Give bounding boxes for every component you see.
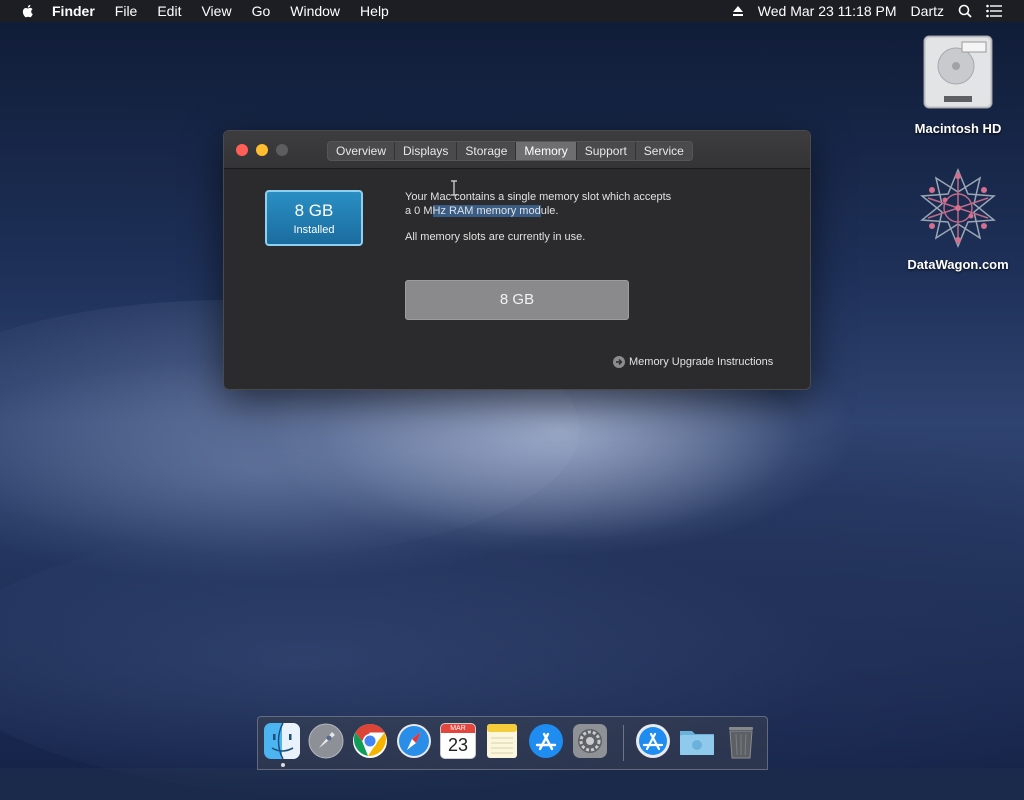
apple-icon[interactable]	[20, 3, 36, 19]
description-text: ule.	[540, 205, 559, 217]
memory-slots-status: All memory slots are currently in use.	[405, 231, 586, 243]
datawagon-logo-icon	[920, 168, 996, 248]
finder-running-indicator	[281, 763, 285, 767]
trash-icon[interactable]	[722, 722, 760, 760]
menu-edit[interactable]: Edit	[157, 3, 181, 19]
installed-memory-button[interactable]: 8 GB Installed	[265, 190, 363, 246]
eject-icon[interactable]	[732, 5, 744, 17]
text-cursor-icon	[451, 180, 457, 196]
calendar-icon[interactable]: MAR 23	[439, 722, 477, 760]
calendar-day: 23	[447, 735, 469, 755]
dock: MAR 23	[257, 716, 768, 770]
hard-drive-icon	[923, 35, 993, 109]
menubar-clock[interactable]: Wed Mar 23 11:18 PM	[758, 3, 897, 19]
tab-storage[interactable]: Storage	[457, 142, 517, 160]
selected-text: Hz RAM memory mod	[432, 205, 541, 217]
memory-description: Your Mac contains a single memory slot w…	[405, 190, 671, 218]
installed-memory-size: 8 GB	[294, 201, 334, 220]
app-store-download-icon[interactable]	[634, 722, 672, 760]
about-this-mac-window: Overview Displays Storage Memory Support…	[223, 130, 811, 390]
desktop-icon-datawagon[interactable]: DataWagon.com	[903, 168, 1013, 272]
zoom-button	[276, 144, 288, 156]
downloads-folder-icon[interactable]	[678, 722, 716, 760]
calendar-month: MAR	[441, 724, 475, 733]
installed-memory-label: Installed	[293, 224, 335, 236]
close-button[interactable]	[236, 144, 248, 156]
spotlight-search-icon[interactable]	[958, 4, 972, 18]
finder-icon[interactable]	[263, 722, 301, 760]
tab-overview[interactable]: Overview	[328, 142, 396, 160]
memory-upgrade-label: Memory Upgrade Instructions	[629, 356, 774, 368]
menu-file[interactable]: File	[115, 3, 138, 19]
menu-view[interactable]: View	[201, 3, 231, 19]
menu-help[interactable]: Help	[360, 3, 389, 19]
desktop-icon-label: DataWagon.com	[907, 257, 1009, 272]
tab-displays[interactable]: Displays	[395, 142, 458, 160]
app-store-icon[interactable]	[527, 722, 565, 760]
system-preferences-icon[interactable]	[571, 722, 609, 760]
desktop-icon-macintosh-hd[interactable]: Macintosh HD	[903, 32, 1013, 136]
notes-icon[interactable]	[483, 722, 521, 760]
memory-slot-bar: 8 GB	[405, 280, 629, 320]
menu-window[interactable]: Window	[290, 3, 340, 19]
tab-bar: Overview Displays Storage Memory Support…	[327, 141, 693, 161]
description-text: a 0 M	[405, 205, 433, 217]
window-titlebar[interactable]: Overview Displays Storage Memory Support…	[224, 131, 810, 169]
launchpad-icon[interactable]	[307, 722, 345, 760]
chrome-icon[interactable]	[351, 722, 389, 760]
arrow-right-circle-icon	[613, 356, 625, 368]
tab-service[interactable]: Service	[636, 142, 692, 160]
minimize-button[interactable]	[256, 144, 268, 156]
menubar-user[interactable]: Dartz	[911, 3, 944, 19]
memory-description-line2: a 0 MHz RAM memory module.	[405, 204, 671, 218]
dock-separator	[623, 725, 624, 761]
memory-description-line1: Your Mac contains a single memory slot w…	[405, 191, 672, 203]
safari-icon[interactable]	[395, 722, 433, 760]
menu-bar: Finder File Edit View Go Window Help Wed…	[0, 0, 1024, 22]
tab-memory[interactable]: Memory	[516, 142, 577, 160]
notification-center-icon[interactable]	[986, 4, 1002, 18]
menu-app-finder[interactable]: Finder	[52, 3, 95, 19]
menu-go[interactable]: Go	[252, 3, 271, 19]
desktop-icon-label: Macintosh HD	[914, 121, 1002, 136]
memory-upgrade-link[interactable]: Memory Upgrade Instructions	[613, 356, 773, 368]
tab-support[interactable]: Support	[577, 142, 636, 160]
